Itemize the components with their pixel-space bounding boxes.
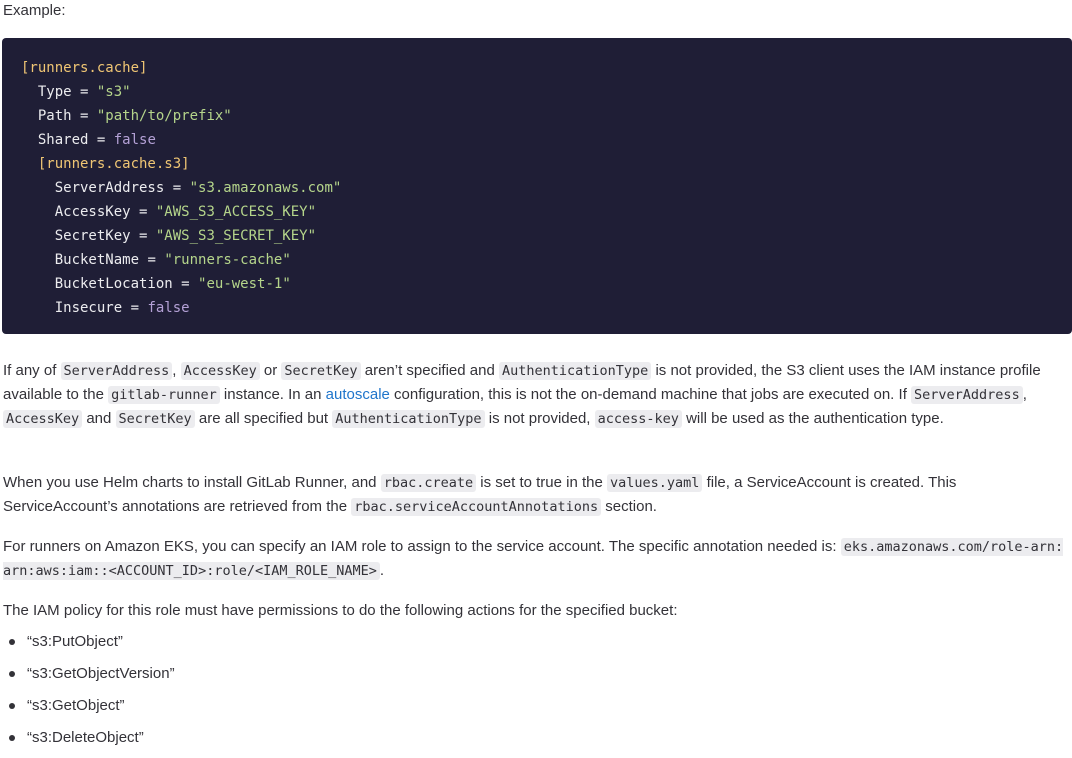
example-label: Example: — [3, 2, 66, 19]
inline-code-rbac-annotations: rbac.serviceAccountAnnotations — [351, 498, 602, 516]
list-item-label: “s3:DeleteObject” — [27, 729, 144, 746]
code-token-bool: false — [147, 300, 190, 316]
inline-code-accesskey: AccessKey — [180, 362, 260, 380]
inline-code-serveraddress: ServerAddress — [911, 386, 1023, 404]
code-block: [runners.cache] Type = "s3" Path = "path… — [2, 38, 1072, 334]
code-token-string: "s3" — [96, 84, 131, 100]
code-token-key: BucketLocation — [54, 276, 173, 292]
text: will be used as the authentication type. — [681, 410, 944, 427]
code-line: Shared = false — [21, 128, 1072, 152]
code-token-eq: = — [139, 252, 165, 268]
code-token-key: Shared — [37, 132, 89, 148]
inline-code-rbac-create: rbac.create — [380, 474, 477, 492]
code-token-eq: = — [71, 84, 97, 100]
code-token-section: [runners.cache.s3] — [37, 156, 190, 172]
paragraph-eks-role: For runners on Amazon EKS, you can speci… — [3, 535, 1069, 583]
autoscale-link[interactable]: autoscale — [326, 386, 390, 403]
text: is set to true in the — [476, 474, 608, 491]
inline-code-authenticationtype: AuthenticationType — [332, 410, 485, 428]
code-token-section: [runners.cache] — [21, 60, 148, 76]
code-line: BucketName = "runners-cache" — [21, 248, 1072, 272]
code-token-key: Path — [37, 108, 72, 124]
inline-code-gitlab-runner: gitlab-runner — [108, 386, 220, 404]
code-token-string: "eu-west-1" — [198, 276, 291, 292]
text: configuration, this is not the on-demand… — [389, 386, 912, 403]
code-line: ServerAddress = "s3.amazonaws.com" — [21, 176, 1072, 200]
code-token-key: Insecure — [54, 300, 123, 316]
paragraph-s3-credentials: If any of ServerAddress, AccessKey or Se… — [3, 359, 1069, 431]
inline-code-values-yaml: values.yaml — [607, 474, 703, 492]
list-item-label: “s3:GetObjectVersion” — [27, 665, 175, 682]
code-token-eq: = — [130, 204, 156, 220]
text: are all specified but — [194, 410, 333, 427]
code-token-eq: = — [130, 228, 156, 244]
text: aren’t specified and — [360, 362, 499, 379]
list-item: “s3:GetObjectVersion” — [0, 662, 175, 694]
code-token-eq: = — [122, 300, 148, 316]
code-line: Insecure = false — [21, 296, 1072, 320]
code-token-eq: = — [172, 276, 199, 292]
paragraph-iam-policy: The IAM policy for this role must have p… — [3, 602, 678, 619]
text: and — [82, 410, 116, 427]
list-item: “s3:DeleteObject” — [0, 726, 175, 758]
text: is not provided, — [484, 410, 595, 427]
code-line: BucketLocation = "eu-west-1" — [21, 272, 1072, 296]
list-item-label: “s3:GetObject” — [27, 697, 125, 714]
text: section. — [601, 498, 657, 515]
text: If any of — [3, 362, 61, 379]
inline-code-secretkey: SecretKey — [281, 362, 361, 380]
code-line: [runners.cache.s3] — [21, 152, 1072, 176]
paragraph-helm-service-account: When you use Helm charts to install GitL… — [3, 471, 1069, 519]
code-line: AccessKey = "AWS_S3_ACCESS_KEY" — [21, 200, 1072, 224]
bullet-icon — [9, 639, 15, 645]
text: For runners on Amazon EKS, you can speci… — [3, 538, 841, 555]
code-token-string: "AWS_S3_SECRET_KEY" — [155, 228, 317, 244]
code-line: [runners.cache] — [21, 56, 1072, 80]
text: . — [379, 562, 385, 579]
inline-code-authenticationtype: AuthenticationType — [498, 362, 652, 380]
bullet-icon — [9, 671, 15, 677]
s3-actions-list: “s3:PutObject” “s3:GetObjectVersion” “s3… — [0, 630, 175, 758]
text: or — [259, 362, 282, 379]
code-token-key: AccessKey — [54, 204, 131, 220]
inline-code-accesskey: AccessKey — [3, 410, 83, 428]
text: , — [1022, 386, 1027, 403]
code-token-string: "s3.amazonaws.com" — [189, 180, 342, 196]
code-token-key: SecretKey — [54, 228, 131, 244]
code-token-key: BucketName — [54, 252, 140, 268]
code-token-string: "path/to/prefix" — [96, 108, 232, 124]
code-token-eq: = — [88, 132, 114, 148]
code-token-eq: = — [71, 108, 97, 124]
bullet-icon — [9, 735, 15, 741]
inline-code-secretkey: SecretKey — [115, 410, 195, 428]
text: When you use Helm charts to install GitL… — [3, 474, 381, 491]
text: , — [172, 362, 181, 379]
inline-code-serveraddress: ServerAddress — [60, 362, 173, 380]
code-token-key: ServerAddress — [54, 180, 165, 196]
list-item: “s3:PutObject” — [0, 630, 175, 662]
code-token-bool: false — [113, 132, 156, 148]
code-line: Path = "path/to/prefix" — [21, 104, 1072, 128]
text: instance. In an — [219, 386, 326, 403]
code-token-eq: = — [164, 180, 190, 196]
code-token-string: "runners-cache" — [164, 252, 291, 268]
code-line: SecretKey = "AWS_S3_SECRET_KEY" — [21, 224, 1072, 248]
code-line: Type = "s3" — [21, 80, 1072, 104]
code-token-string: "AWS_S3_ACCESS_KEY" — [155, 204, 317, 220]
code-token-key: Type — [37, 84, 72, 100]
list-item-label: “s3:PutObject” — [27, 633, 123, 650]
bullet-icon — [9, 703, 15, 709]
list-item: “s3:GetObject” — [0, 694, 175, 726]
inline-code-access-key: access-key — [594, 410, 682, 428]
